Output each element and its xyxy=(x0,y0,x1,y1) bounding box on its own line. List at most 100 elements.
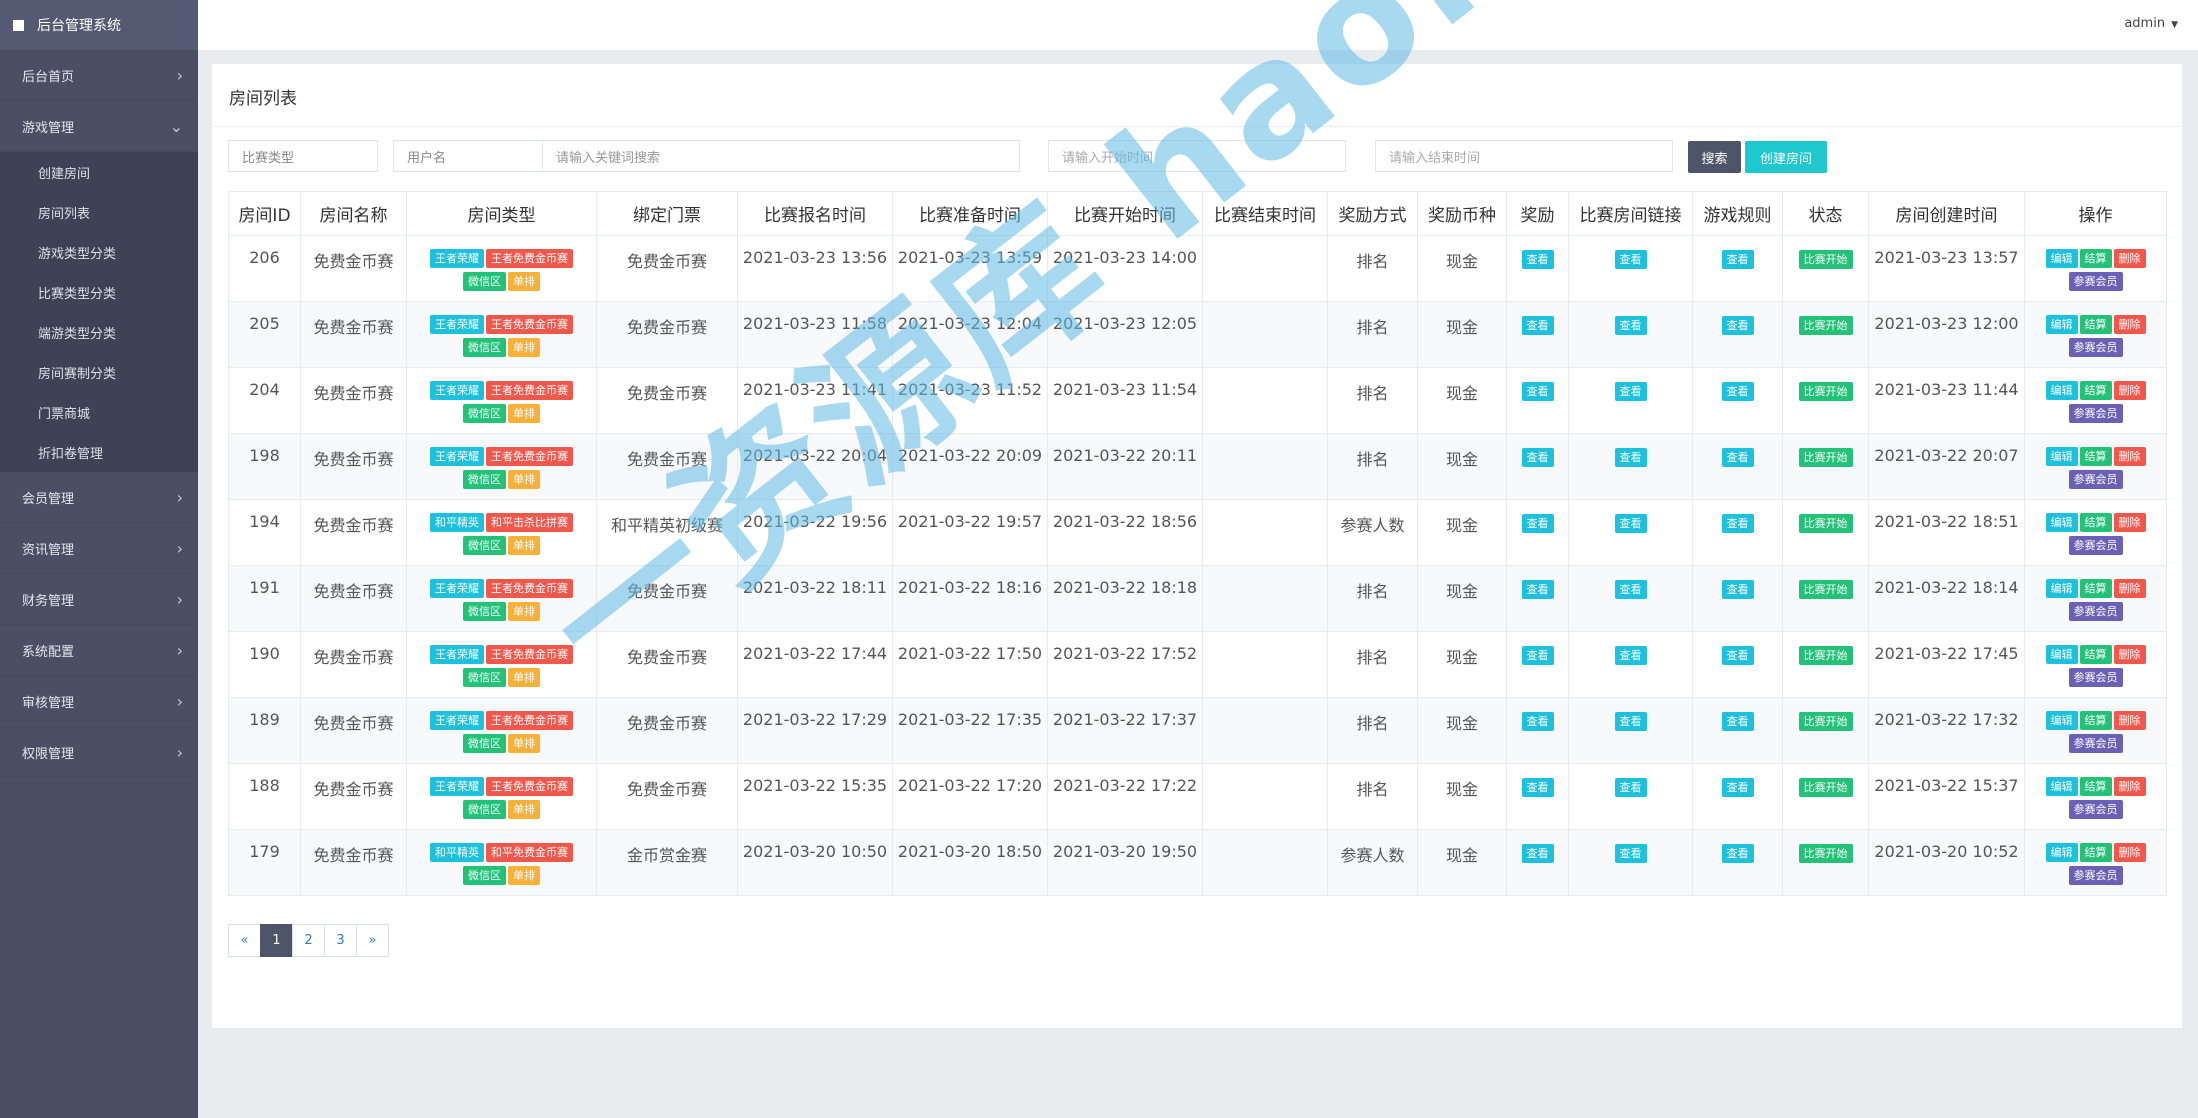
user-menu[interactable]: admin ▼ xyxy=(2124,16,2178,31)
room-link-view-button[interactable]: 查看 xyxy=(1614,250,1647,269)
page-next-button[interactable]: » xyxy=(356,924,389,957)
members-button[interactable]: 参赛会员 xyxy=(2068,470,2123,489)
reward-view-button[interactable]: 查看 xyxy=(1521,514,1554,533)
settle-button[interactable]: 结算 xyxy=(2079,381,2112,400)
edit-button[interactable]: 编辑 xyxy=(2045,381,2078,400)
delete-button[interactable]: 删除 xyxy=(2113,711,2146,730)
game-rules-view-button[interactable]: 查看 xyxy=(1721,382,1754,401)
edit-button[interactable]: 编辑 xyxy=(2045,579,2078,598)
settle-button[interactable]: 结算 xyxy=(2079,513,2112,532)
sidebar-item-config[interactable]: 系统配置 › xyxy=(0,625,198,676)
keyword-input[interactable]: 请输入关键词搜索 xyxy=(542,140,1020,172)
room-link-view-button[interactable]: 查看 xyxy=(1614,448,1647,467)
room-link-view-button[interactable]: 查看 xyxy=(1614,844,1647,863)
sidebar-item-audit[interactable]: 审核管理 › xyxy=(0,676,198,727)
delete-button[interactable]: 删除 xyxy=(2113,315,2146,334)
reward-view-button[interactable]: 查看 xyxy=(1521,250,1554,269)
game-rules-view-button[interactable]: 查看 xyxy=(1721,778,1754,797)
submenu-pc-game-type[interactable]: 端游类型分类 xyxy=(0,312,198,352)
room-link-view-button[interactable]: 查看 xyxy=(1614,712,1647,731)
submenu-create-room[interactable]: 创建房间 xyxy=(0,152,198,192)
settle-button[interactable]: 结算 xyxy=(2079,579,2112,598)
settle-button[interactable]: 结算 xyxy=(2079,249,2112,268)
settle-button[interactable]: 结算 xyxy=(2079,711,2112,730)
page-2-button[interactable]: 2 xyxy=(292,924,325,957)
sidebar-item-game[interactable]: 游戏管理 ⌄ xyxy=(0,101,198,152)
game-rules-view-button[interactable]: 查看 xyxy=(1721,514,1754,533)
submenu-coupon[interactable]: 折扣卷管理 xyxy=(0,432,198,472)
members-button[interactable]: 参赛会员 xyxy=(2068,338,2123,357)
delete-button[interactable]: 删除 xyxy=(2113,777,2146,796)
members-button[interactable]: 参赛会员 xyxy=(2068,404,2123,423)
submenu-game-type[interactable]: 游戏类型分类 xyxy=(0,232,198,272)
username-select[interactable]: 用户名 xyxy=(393,140,543,172)
members-button[interactable]: 参赛会员 xyxy=(2068,602,2123,621)
reward-view-button[interactable]: 查看 xyxy=(1521,778,1554,797)
room-link-view-button[interactable]: 查看 xyxy=(1614,316,1647,335)
sidebar-item-permission[interactable]: 权限管理 › xyxy=(0,727,198,778)
room-link-view-button[interactable]: 查看 xyxy=(1614,514,1647,533)
game-rules-view-button[interactable]: 查看 xyxy=(1721,250,1754,269)
members-button[interactable]: 参赛会员 xyxy=(2068,866,2123,885)
delete-button[interactable]: 删除 xyxy=(2113,645,2146,664)
edit-button[interactable]: 编辑 xyxy=(2045,645,2078,664)
submenu-room-list[interactable]: 房间列表 xyxy=(0,192,198,232)
members-button[interactable]: 参赛会员 xyxy=(2068,536,2123,555)
sidebar-item-home[interactable]: 后台首页 › xyxy=(0,50,198,101)
game-rules-view-button[interactable]: 查看 xyxy=(1721,712,1754,731)
delete-button[interactable]: 删除 xyxy=(2113,447,2146,466)
edit-button[interactable]: 编辑 xyxy=(2045,315,2078,334)
delete-button[interactable]: 删除 xyxy=(2113,513,2146,532)
edit-button[interactable]: 编辑 xyxy=(2045,843,2078,862)
reward-view-button[interactable]: 查看 xyxy=(1521,316,1554,335)
reward-view-button[interactable]: 查看 xyxy=(1521,448,1554,467)
sidebar-item-news[interactable]: 资讯管理 › xyxy=(0,523,198,574)
settle-button[interactable]: 结算 xyxy=(2079,315,2112,334)
reward-view-button[interactable]: 查看 xyxy=(1521,712,1554,731)
edit-button[interactable]: 编辑 xyxy=(2045,711,2078,730)
settle-button[interactable]: 结算 xyxy=(2079,843,2112,862)
room-link-view-button[interactable]: 查看 xyxy=(1614,778,1647,797)
start-time-input[interactable]: 请输入开始时间 xyxy=(1048,140,1346,172)
edit-button[interactable]: 编辑 xyxy=(2045,447,2078,466)
edit-button[interactable]: 编辑 xyxy=(2045,777,2078,796)
settle-button[interactable]: 结算 xyxy=(2079,447,2112,466)
game-rules-view-button[interactable]: 查看 xyxy=(1721,646,1754,665)
delete-button[interactable]: 删除 xyxy=(2113,843,2146,862)
settle-button[interactable]: 结算 xyxy=(2079,645,2112,664)
members-button[interactable]: 参赛会员 xyxy=(2068,272,2123,291)
game-rules-view-button[interactable]: 查看 xyxy=(1721,448,1754,467)
delete-button[interactable]: 删除 xyxy=(2113,381,2146,400)
page-prev-button[interactable]: « xyxy=(228,924,261,957)
members-button[interactable]: 参赛会员 xyxy=(2068,800,2123,819)
settle-button[interactable]: 结算 xyxy=(2079,777,2112,796)
members-button[interactable]: 参赛会员 xyxy=(2068,734,2123,753)
room-link-view-button[interactable]: 查看 xyxy=(1614,382,1647,401)
page-1-button[interactable]: 1 xyxy=(260,924,293,957)
reward-view-button[interactable]: 查看 xyxy=(1521,580,1554,599)
search-button[interactable]: 搜索 xyxy=(1688,141,1741,173)
submenu-ticket-shop[interactable]: 门票商城 xyxy=(0,392,198,432)
submenu-room-format[interactable]: 房间赛制分类 xyxy=(0,352,198,392)
delete-button[interactable]: 删除 xyxy=(2113,249,2146,268)
members-button[interactable]: 参赛会员 xyxy=(2068,668,2123,687)
reward-view-button[interactable]: 查看 xyxy=(1521,382,1554,401)
edit-button[interactable]: 编辑 xyxy=(2045,249,2078,268)
room-link-view-button[interactable]: 查看 xyxy=(1614,580,1647,599)
sidebar-item-members[interactable]: 会员管理 › xyxy=(0,472,198,523)
game-rules-view-button[interactable]: 查看 xyxy=(1721,316,1754,335)
match-type-select[interactable]: 比赛类型 xyxy=(228,140,378,172)
create-room-button[interactable]: 创建房间 xyxy=(1745,141,1827,173)
end-time-input[interactable]: 请输入结束时间 xyxy=(1375,140,1673,172)
reward-view-button[interactable]: 查看 xyxy=(1521,844,1554,863)
signup-time: 2021-03-22 17:29 xyxy=(737,697,893,764)
page-3-button[interactable]: 3 xyxy=(324,924,357,957)
game-rules-view-button[interactable]: 查看 xyxy=(1721,844,1754,863)
submenu-match-type[interactable]: 比赛类型分类 xyxy=(0,272,198,312)
edit-button[interactable]: 编辑 xyxy=(2045,513,2078,532)
game-rules-view-button[interactable]: 查看 xyxy=(1721,580,1754,599)
delete-button[interactable]: 删除 xyxy=(2113,579,2146,598)
sidebar-item-finance[interactable]: 财务管理 › xyxy=(0,574,198,625)
reward-view-button[interactable]: 查看 xyxy=(1521,646,1554,665)
room-link-view-button[interactable]: 查看 xyxy=(1614,646,1647,665)
